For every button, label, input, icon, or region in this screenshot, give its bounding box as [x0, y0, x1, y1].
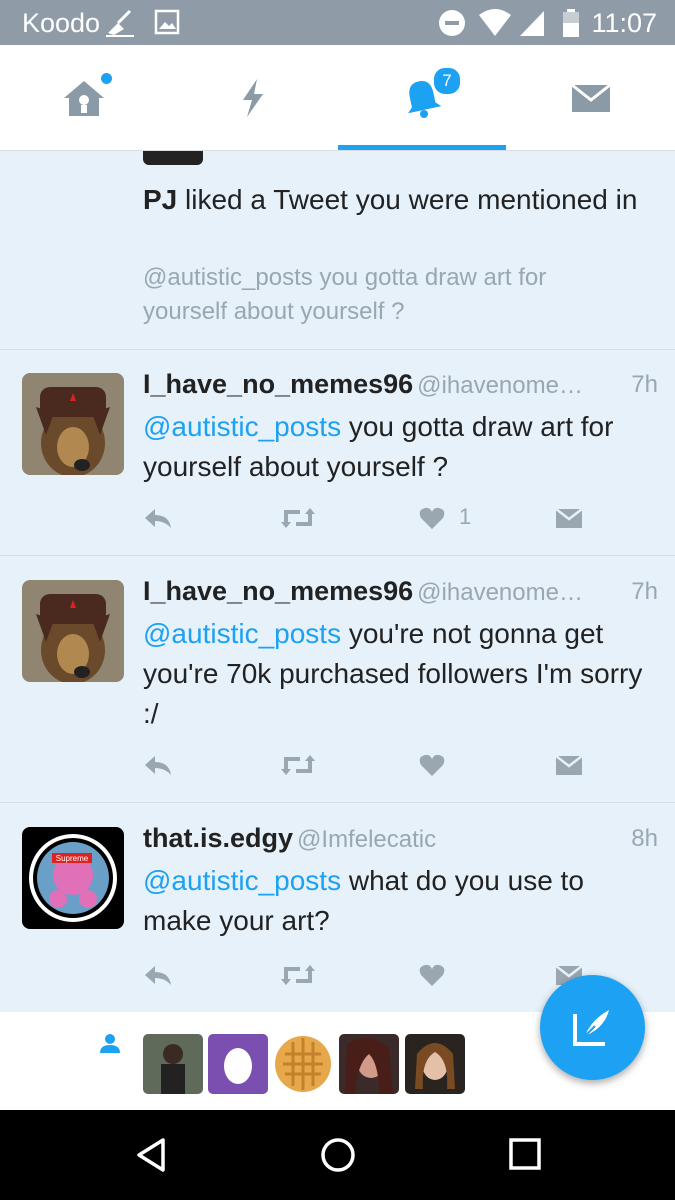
avatar[interactable] [143, 1034, 203, 1094]
tweet-card[interactable]: I_have_no_memes96 @ihavenome… 7h @autisti… [0, 556, 675, 803]
home-unread-dot [101, 73, 112, 84]
battery-icon [562, 9, 580, 42]
tweet-header: I_have_no_memes96 @ihavenome… 7h [143, 576, 658, 612]
tweet-text: @autistic_posts you're not gonna get you… [143, 614, 658, 734]
avatar-sticker-label: Supreme [56, 854, 89, 863]
envelope-icon [571, 83, 611, 112]
recent-apps-icon[interactable] [508, 1137, 542, 1171]
mention-link[interactable]: @autistic_posts [143, 411, 341, 442]
notification-text: PJ liked a Tweet you were mentioned in [143, 179, 643, 220]
tweet-actions [143, 753, 623, 783]
avatar[interactable] [143, 151, 203, 165]
display-name[interactable]: that.is.edgy [143, 823, 293, 853]
signal-icon [518, 9, 546, 42]
tweet-actions: 1 [143, 504, 623, 536]
avatar[interactable] [208, 1034, 268, 1094]
tweet-card[interactable]: I_have_no_memes96 @ihavenome… 7h @autisti… [0, 349, 675, 556]
wifi-icon [478, 9, 512, 42]
avatar[interactable] [405, 1034, 465, 1094]
lightning-icon [243, 78, 263, 117]
reply-icon[interactable] [143, 963, 173, 992]
home-button-icon[interactable] [320, 1137, 356, 1173]
handle[interactable]: @ihavenome… [417, 372, 583, 399]
avatar[interactable]: Supreme [22, 827, 124, 929]
display-name[interactable]: I_have_no_memes96 [143, 369, 413, 399]
quoted-tweet[interactable]: @autistic_posts you gotta draw art for y… [143, 261, 623, 329]
carrier-label: Koodo [22, 8, 101, 38]
compose-tweet-button[interactable] [540, 975, 645, 1080]
direct-message-icon[interactable] [555, 506, 583, 535]
retweet-icon[interactable] [280, 753, 316, 782]
tweet-actions [143, 963, 623, 993]
avatar[interactable] [22, 580, 124, 682]
timestamp: 8h [631, 825, 658, 852]
direct-message-icon[interactable] [555, 753, 583, 782]
avatar[interactable] [339, 1034, 399, 1094]
heart-icon[interactable] [419, 963, 445, 992]
timestamp: 7h [631, 371, 658, 398]
handle[interactable]: @Imfelecatic [297, 826, 436, 853]
tab-messages[interactable] [507, 45, 675, 150]
tweet-header: that.is.edgy @Imfelecatic 8h [143, 823, 658, 859]
display-name[interactable]: I_have_no_memes96 [143, 576, 413, 606]
avatar[interactable] [22, 373, 124, 475]
mention-link[interactable]: @autistic_posts [143, 618, 341, 649]
tab-home[interactable] [0, 45, 168, 150]
heart-icon[interactable] [419, 506, 445, 535]
cleaning-icon [104, 9, 138, 42]
nav-tabs [0, 45, 675, 151]
mention-link[interactable]: @autistic_posts [143, 865, 341, 896]
tweet-text: @autistic_posts you gotta draw art for y… [143, 407, 658, 487]
notification-action: liked a Tweet you were mentioned in [177, 184, 638, 215]
do-not-disturb-icon [438, 9, 466, 42]
notifications-feed[interactable]: PJ liked a Tweet you were mentioned in @… [0, 151, 675, 1011]
active-tab-indicator [338, 145, 506, 150]
avatar[interactable] [273, 1034, 333, 1094]
tab-moments[interactable] [169, 45, 337, 150]
system-navigation-bar [0, 1110, 675, 1200]
notification-badge: 7 [432, 66, 462, 96]
handle[interactable]: @ihavenome… [417, 579, 583, 606]
tab-notifications[interactable] [338, 45, 506, 150]
retweet-icon[interactable] [280, 963, 316, 992]
status-bar: Koodo 11:07 [0, 0, 675, 45]
compose-icon [573, 1010, 609, 1046]
clock: 11:07 [591, 8, 657, 38]
like-count: 1 [459, 504, 472, 529]
tweet-text: @autistic_posts what do you use to make … [143, 861, 658, 941]
like-notification[interactable]: PJ liked a Tweet you were mentioned in @… [0, 151, 675, 350]
retweet-icon[interactable] [280, 506, 316, 535]
reply-icon[interactable] [143, 506, 173, 535]
back-icon[interactable] [135, 1137, 167, 1173]
timestamp: 7h [631, 578, 658, 605]
image-icon [154, 9, 180, 40]
person-icon [99, 1032, 121, 1059]
actor-name[interactable]: PJ [143, 184, 177, 215]
tweet-header: I_have_no_memes96 @ihavenome… 7h [143, 369, 658, 405]
reply-icon[interactable] [143, 753, 173, 782]
home-icon [64, 80, 104, 116]
heart-icon[interactable] [419, 753, 445, 782]
